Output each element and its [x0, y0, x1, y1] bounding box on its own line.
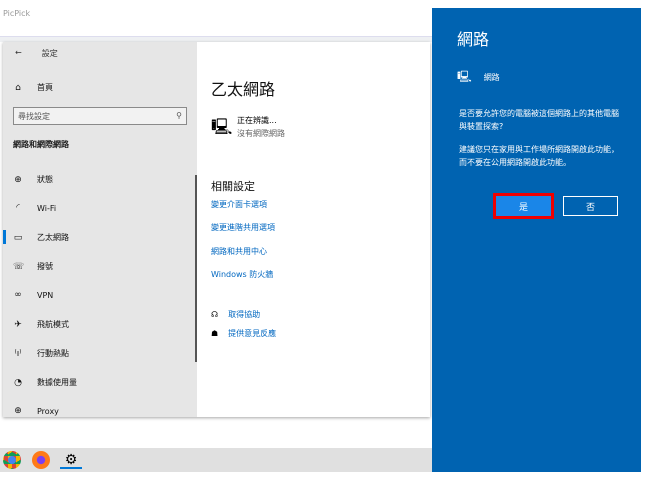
page-title: 乙太網路	[211, 80, 276, 99]
nav-label: 撥號	[37, 262, 53, 271]
recommendation-text: 建議您只在家用與工作場所網路開啟此功能，而不要在公用網路開啟此功能。	[459, 145, 619, 167]
home-label: 首頁	[37, 83, 53, 92]
sidebar-item-data-usage[interactable]: ◔ 數據使用量	[13, 377, 77, 388]
nav-label: Proxy	[37, 406, 59, 416]
sidebar-item-proxy[interactable]: ⊕ Proxy	[13, 406, 59, 416]
link-network-sharing-center[interactable]: 網路和共用中心	[211, 246, 267, 257]
nav-label: 飛航模式	[37, 320, 69, 329]
settings-content: 乙太網路 🖳 正在辨識... 沒有網際網路 相關設定 變更介面卡選項 變更進階共…	[197, 42, 430, 417]
settings-window: ← 設定 ⌂ 首頁 尋找設定 ⚲ 網路和網際網路 ⊕ 狀態 ◜ Wi-Fi ▭ 乙太網路 ☏…	[3, 42, 430, 417]
settings-gear-icon[interactable]: ⚙	[60, 451, 82, 469]
ethernet-monitor-icon: 🖳	[211, 117, 233, 136]
app-title: PicPick	[3, 9, 31, 18]
nav-label: 行動熱點	[37, 349, 69, 358]
sidebar-item-ethernet[interactable]: ▭ 乙太網路	[13, 232, 69, 243]
chrome-icon[interactable]	[3, 451, 21, 469]
no-button[interactable]: 否	[563, 196, 618, 216]
nav-label: 數據使用量	[37, 378, 77, 387]
vpn-icon: ∞	[14, 290, 22, 300]
discovery-question: 是否要允許您的電腦被這個網路上的其他電腦與裝置探索?	[459, 109, 619, 131]
help-icon: ☊	[211, 310, 219, 319]
sidebar-item-hotspot[interactable]: ⁽ı⁾ 行動熱點	[13, 348, 69, 359]
firefox-icon[interactable]	[32, 451, 50, 469]
wifi-icon: ◜	[16, 203, 20, 213]
link-adapter-options[interactable]: 變更介面卡選項	[211, 199, 267, 210]
link-windows-firewall[interactable]: Windows 防火牆	[211, 269, 273, 280]
home-icon: ⌂	[15, 82, 21, 93]
status-icon: ⊕	[14, 174, 22, 185]
network-discovery-panel: 網路 🖳 網路 是否要允許您的電腦被這個網路上的其他電腦與裝置探索? 建議您只在家…	[432, 8, 641, 472]
feedback-link[interactable]: ☗ 提供意見反應	[211, 328, 276, 339]
sidebar-item-status[interactable]: ⊕ 狀態	[13, 174, 53, 185]
airplane-icon: ✈	[14, 319, 22, 330]
feedback-label: 提供意見反應	[228, 329, 277, 338]
settings-header: 設定	[41, 49, 58, 58]
network-entry: 🖳 網路	[457, 68, 500, 87]
nav-label: 狀態	[37, 175, 53, 184]
sidebar-item-dialup[interactable]: ☏ 撥號	[13, 261, 53, 272]
settings-sidebar: ← 設定 ⌂ 首頁 尋找設定 ⚲ 網路和網際網路 ⊕ 狀態 ◜ Wi-Fi ▭ 乙太網路 ☏…	[3, 42, 197, 417]
sidebar-item-airplane[interactable]: ✈ 飛航模式	[13, 319, 69, 330]
related-settings-heading: 相關設定	[211, 180, 255, 193]
globe-icon: ⊕	[14, 406, 22, 416]
help-label: 取得協助	[228, 310, 261, 319]
section-heading: 網路和網際網路	[13, 140, 69, 149]
sidebar-item-wifi[interactable]: ◜ Wi-Fi	[13, 203, 56, 213]
network-name: 網路	[483, 73, 500, 82]
panel-title: 網路	[457, 30, 490, 49]
status-line-2: 沒有網際網路	[237, 129, 285, 138]
nav-label: 乙太網路	[37, 233, 69, 242]
hotspot-icon: ⁽ı⁾	[14, 348, 22, 359]
search-input[interactable]: 尋找設定 ⚲	[13, 107, 187, 125]
selection-indicator	[3, 230, 6, 244]
dialup-icon: ☏	[13, 261, 25, 272]
back-arrow-icon[interactable]: ←	[15, 48, 22, 59]
search-icon: ⚲	[176, 111, 182, 120]
nav-label: VPN	[37, 290, 54, 300]
taskbar: ⚙	[0, 448, 432, 472]
ethernet-icon: ▭	[13, 232, 23, 243]
get-help-link[interactable]: ☊ 取得協助	[211, 309, 260, 320]
feedback-icon: ☗	[211, 329, 219, 338]
yes-button[interactable]: 是	[493, 193, 554, 219]
sidebar-item-vpn[interactable]: ∞ VPN	[13, 290, 53, 300]
link-advanced-sharing[interactable]: 變更進階共用選項	[211, 222, 275, 233]
status-line-1: 正在辨識...	[237, 116, 277, 125]
nav-label: Wi-Fi	[37, 203, 57, 213]
data-usage-icon: ◔	[14, 377, 22, 388]
network-monitor-icon: 🖳	[457, 70, 472, 83]
sidebar-item-home[interactable]: ⌂ 首頁	[13, 82, 53, 93]
search-placeholder: 尋找設定	[18, 112, 50, 121]
